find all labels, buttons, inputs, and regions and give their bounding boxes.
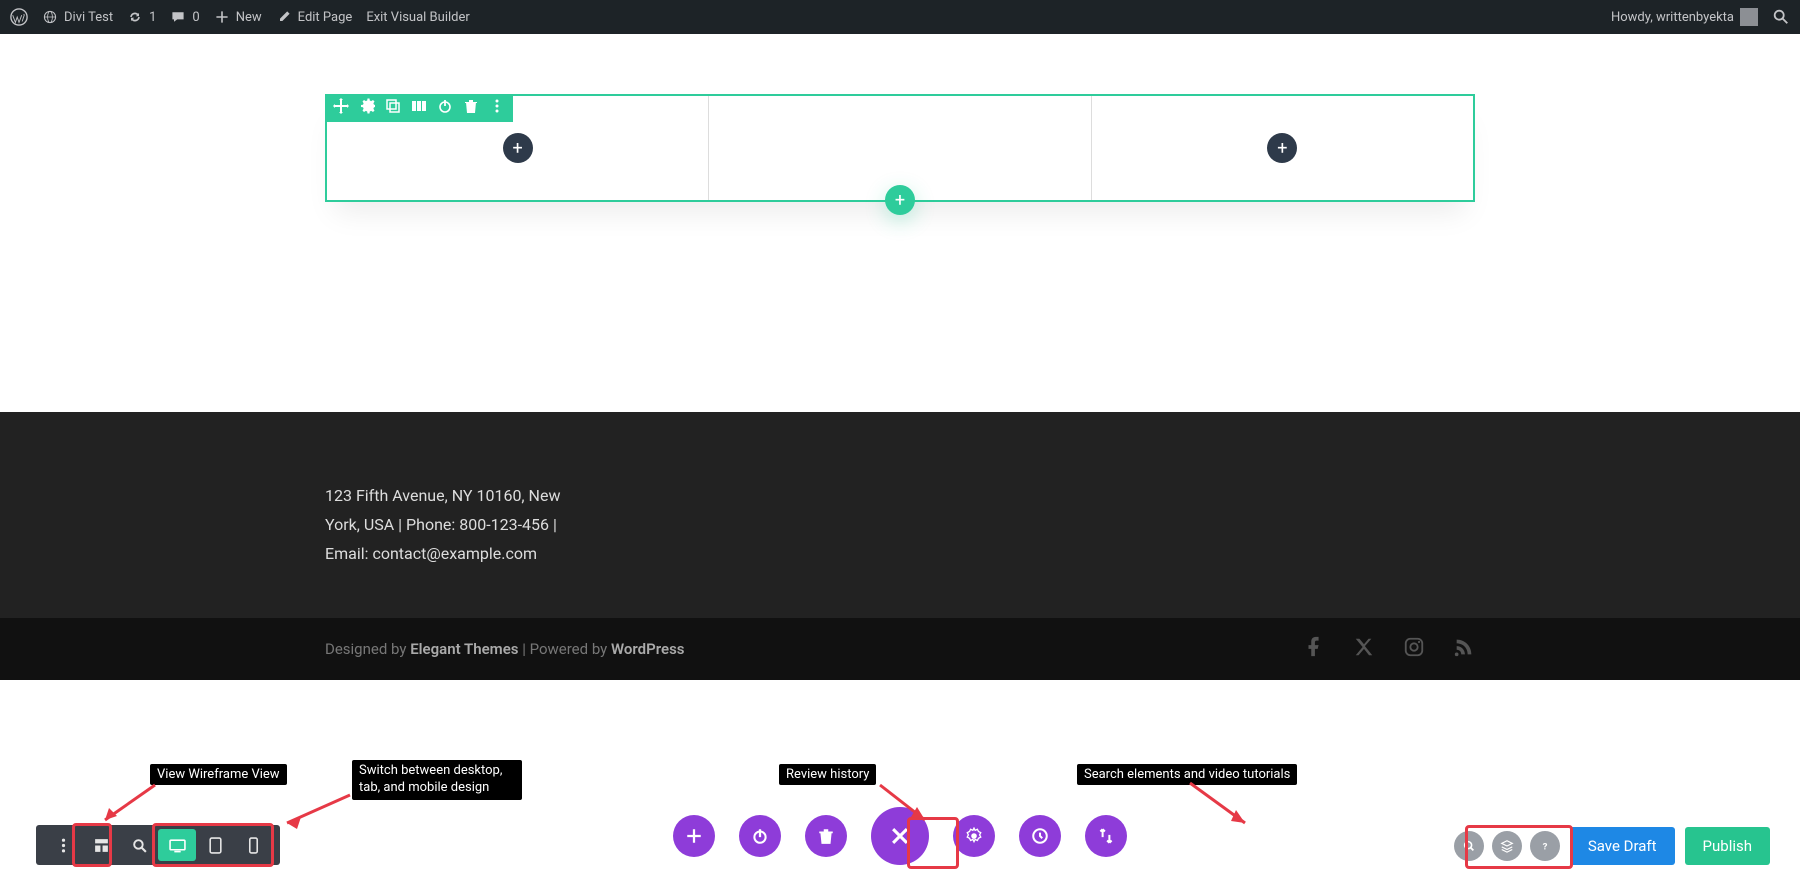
wp-admin-bar: Divi Test 1 0 New Edit Page Exit Visual …	[0, 0, 1800, 34]
howdy-text: Howdy, writtenbyekta	[1611, 10, 1734, 25]
desktop-view-button[interactable]	[158, 829, 196, 861]
annotation-history: Review history	[779, 764, 876, 785]
new-label: New	[236, 10, 262, 25]
edit-page-link[interactable]: Edit Page	[276, 9, 353, 25]
wireframe-view-button[interactable]	[82, 829, 120, 861]
view-controls	[36, 825, 280, 865]
annotation-responsive: Switch between desktop, tab, and mobile …	[352, 760, 522, 800]
arrow-icon	[275, 785, 355, 835]
page-settings-button[interactable]	[953, 815, 995, 857]
wp-logo[interactable]	[10, 8, 28, 26]
column-1[interactable]: +	[327, 96, 709, 200]
clear-button[interactable]	[805, 815, 847, 857]
save-draft-button[interactable]: Save Draft	[1570, 827, 1675, 865]
new-content-link[interactable]: New	[214, 9, 262, 25]
mobile-view-button[interactable]	[234, 829, 272, 861]
builder-canvas: + + +	[0, 34, 1800, 242]
exit-visual-builder-link[interactable]: Exit Visual Builder	[366, 10, 469, 25]
annotation-wireframe: View Wireframe View	[150, 764, 287, 785]
right-action-group: ? Save Draft Publish	[1454, 827, 1770, 865]
help-button[interactable]: ?	[1530, 831, 1560, 861]
column-3[interactable]: +	[1092, 96, 1473, 200]
arrow-icon	[95, 780, 165, 830]
comments-link[interactable]: 0	[170, 9, 199, 25]
arrow-icon	[870, 780, 940, 830]
updates-count: 1	[149, 10, 156, 25]
site-title: Divi Test	[64, 10, 113, 25]
tablet-view-button[interactable]	[196, 829, 234, 861]
updates-link[interactable]: 1	[127, 9, 156, 25]
instagram-icon[interactable]	[1403, 636, 1425, 662]
zoom-view-button[interactable]	[120, 829, 158, 861]
x-icon[interactable]	[1353, 636, 1375, 662]
exit-builder-label: Exit Visual Builder	[366, 10, 469, 25]
history-button[interactable]	[1019, 815, 1061, 857]
add-module-button[interactable]: +	[503, 133, 533, 163]
admin-search-icon[interactable]	[1772, 8, 1790, 26]
portability-button[interactable]	[1085, 815, 1127, 857]
rss-icon[interactable]	[1453, 636, 1475, 662]
builder-bottom-bar: ? Save Draft Publish View Wireframe View…	[0, 775, 1800, 885]
arrow-icon	[1180, 778, 1260, 833]
add-module-button[interactable]: +	[1267, 133, 1297, 163]
footer-credits: Designed by Elegant Themes | Powered by …	[325, 640, 685, 658]
divi-row[interactable]: + + +	[325, 94, 1475, 202]
add-section-button[interactable]	[673, 815, 715, 857]
power-button[interactable]	[739, 815, 781, 857]
edit-page-label: Edit Page	[298, 10, 353, 25]
search-help-button[interactable]	[1454, 831, 1484, 861]
footer-address: 123 Fifth Avenue, NY 10160, New York, US…	[325, 482, 585, 568]
layers-button[interactable]	[1492, 831, 1522, 861]
svg-text:?: ?	[1542, 842, 1547, 853]
site-name-link[interactable]: Divi Test	[42, 9, 113, 25]
publish-button[interactable]: Publish	[1685, 827, 1770, 865]
page-footer: 123 Fifth Avenue, NY 10160, New York, US…	[0, 412, 1800, 618]
add-row-button[interactable]: +	[885, 185, 915, 215]
howdy-link[interactable]: Howdy, writtenbyekta	[1611, 8, 1758, 26]
footer-credits-bar: Designed by Elegant Themes | Powered by …	[0, 618, 1800, 680]
builder-more-icon[interactable]	[44, 829, 82, 861]
avatar	[1740, 8, 1758, 26]
facebook-icon[interactable]	[1303, 636, 1325, 662]
comments-count: 0	[192, 10, 199, 25]
